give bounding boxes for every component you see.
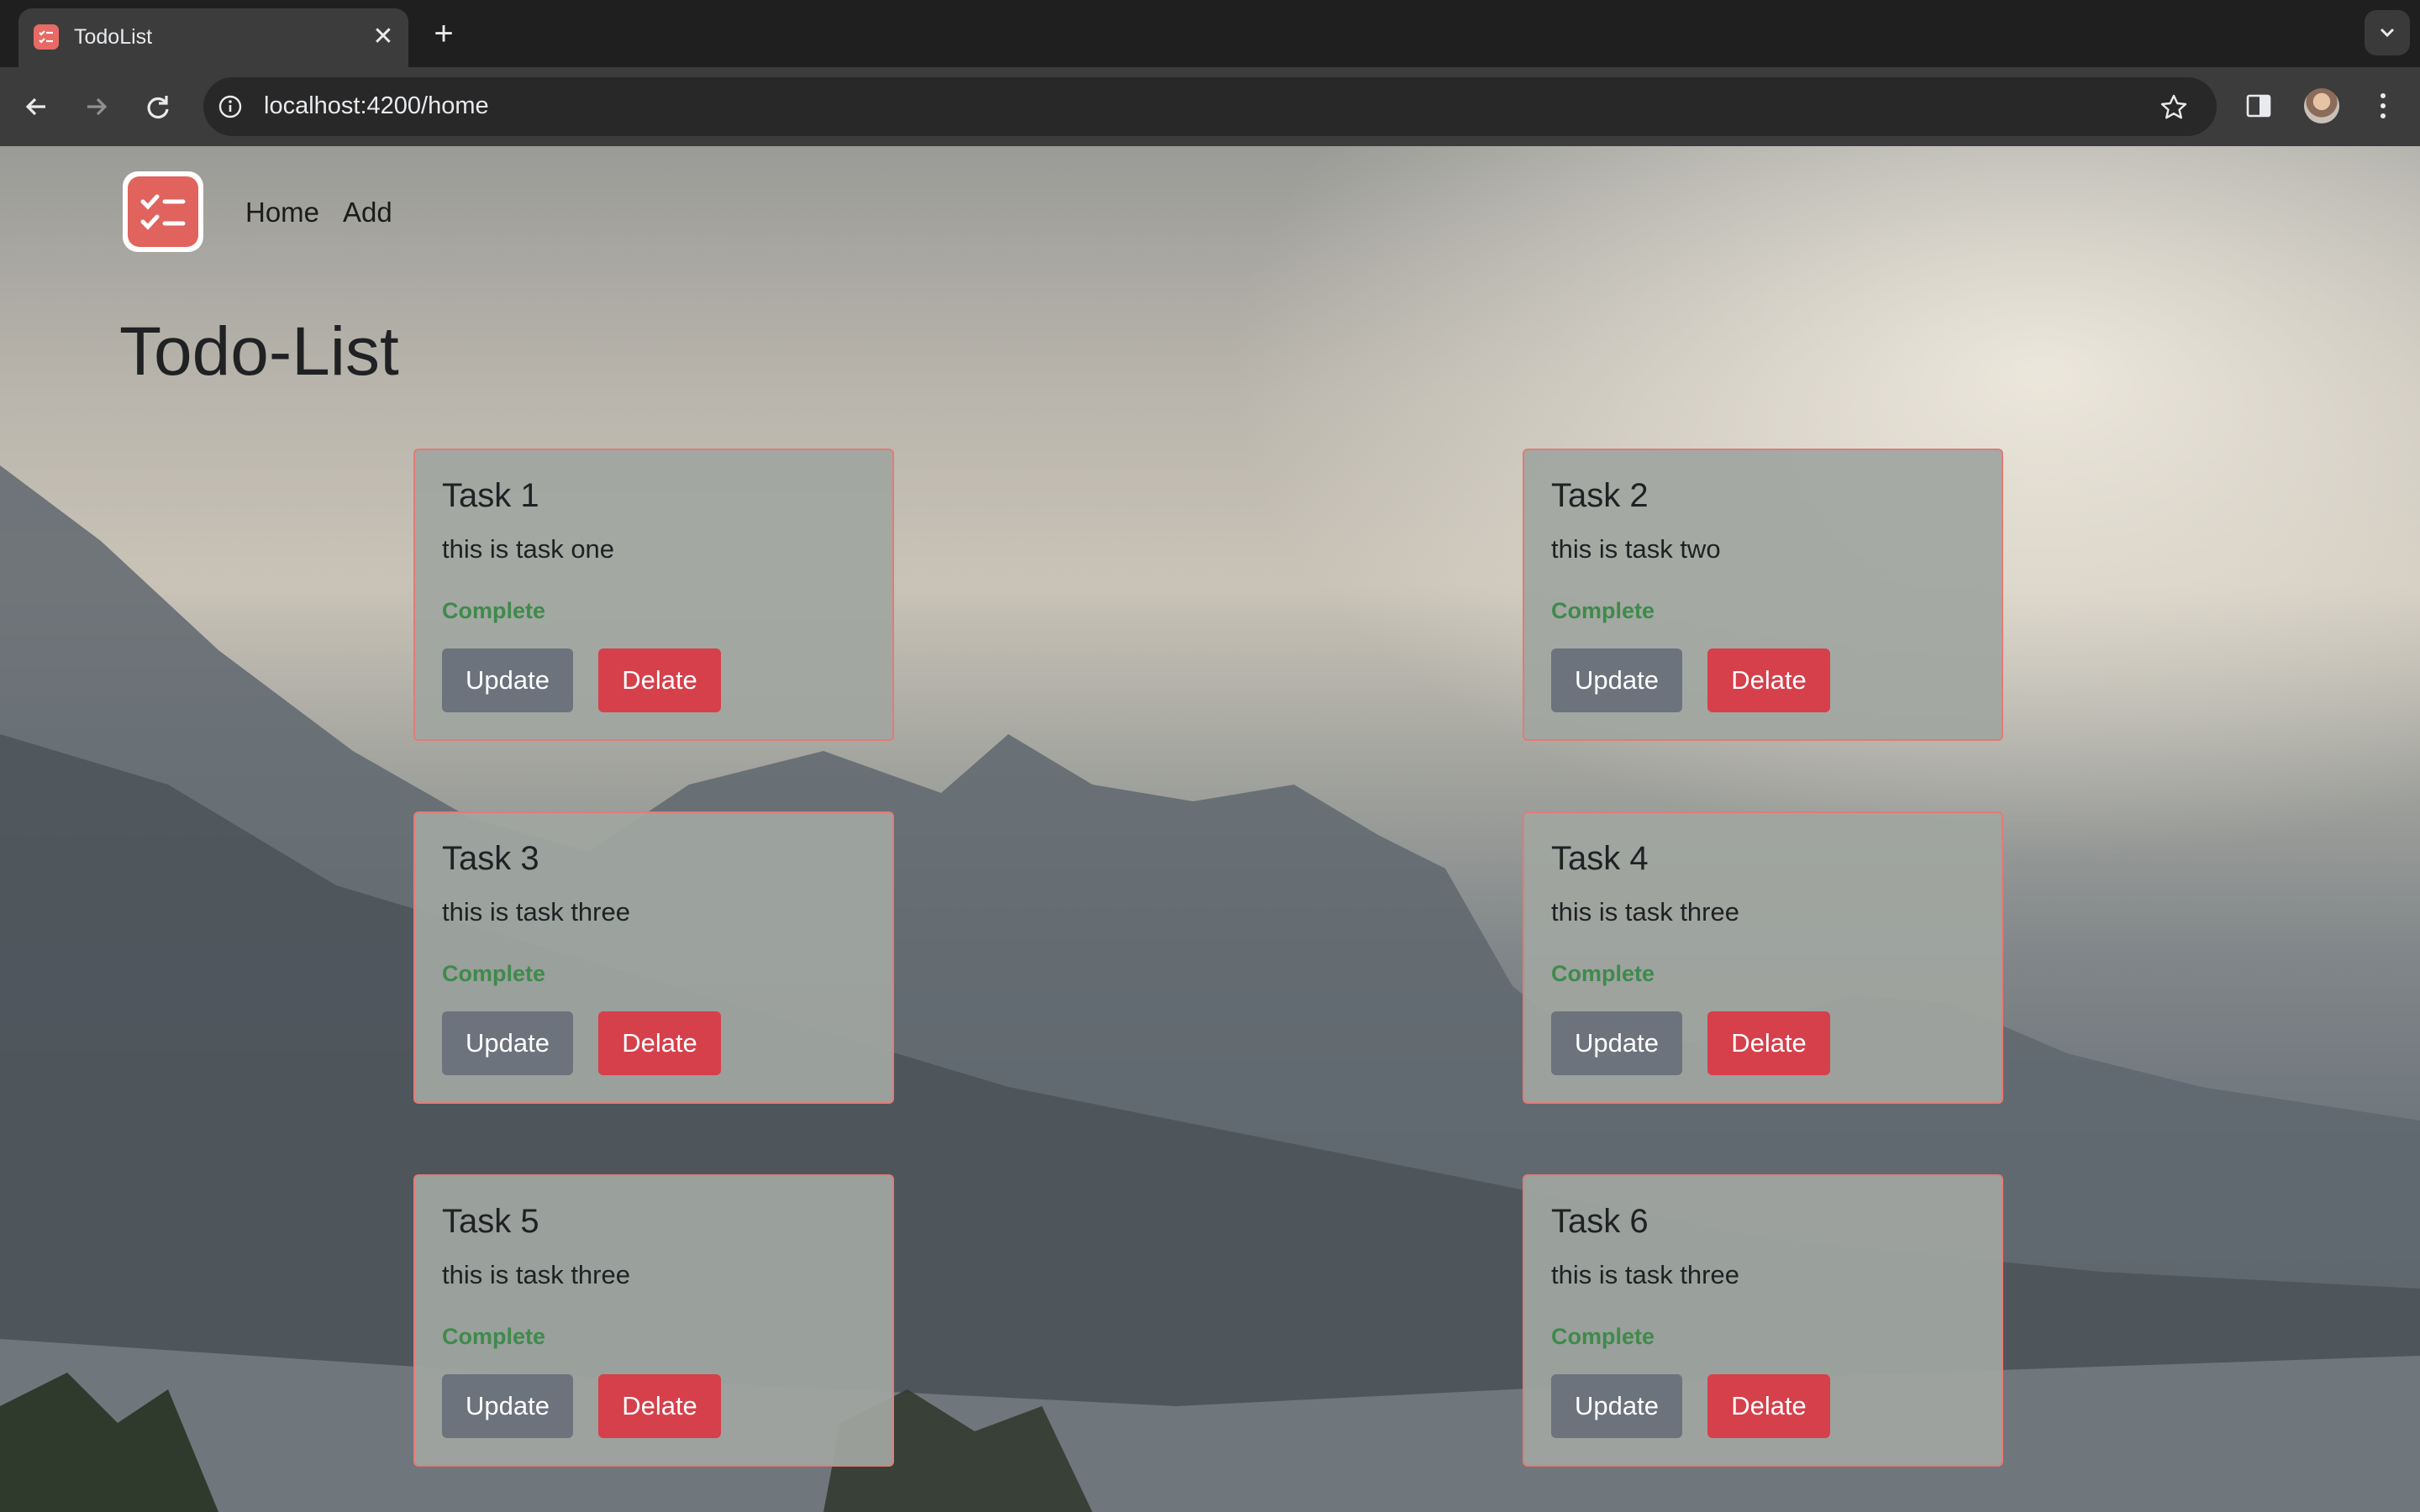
task-card: Task 4 this is task three Complete Updat… — [1523, 811, 2003, 1104]
update-button[interactable]: Update — [1551, 1011, 1682, 1075]
task-status: Complete — [1551, 598, 1655, 623]
task-card: Task 3 this is task three Complete Updat… — [413, 811, 894, 1104]
task-description: this is task three — [1551, 1260, 1739, 1289]
update-button[interactable]: Update — [442, 648, 573, 712]
task-title: Task 5 — [442, 1203, 539, 1240]
browser-tab-strip: TodoList ✕ + — [0, 0, 2420, 67]
url-text[interactable]: localhost:4200/home — [264, 92, 489, 120]
delete-button[interactable]: Delate — [598, 1374, 721, 1438]
task-title: Task 1 — [442, 477, 539, 514]
task-title: Task 2 — [1551, 477, 1649, 514]
tab-search-chevron-icon[interactable] — [2365, 10, 2410, 55]
profile-avatar[interactable] — [2304, 88, 2339, 123]
task-title: Task 6 — [1551, 1203, 1649, 1240]
task-card: Task 2 this is task two Complete Update … — [1523, 449, 2003, 741]
checklist-icon — [128, 176, 198, 247]
todolist-favicon-icon — [34, 24, 59, 50]
tab-title: TodoList — [74, 25, 153, 49]
task-description: this is task two — [1551, 534, 1721, 564]
kebab-menu-icon[interactable] — [2368, 87, 2398, 124]
delete-button[interactable]: Delate — [1707, 648, 1830, 712]
new-tab-button[interactable]: + — [425, 17, 462, 54]
page-title: Todo-List — [119, 313, 399, 390]
task-card: Task 6 this is task three Complete Updat… — [1523, 1174, 2003, 1467]
task-status: Complete — [442, 598, 546, 623]
app-logo[interactable] — [123, 171, 203, 252]
update-button[interactable]: Update — [1551, 1374, 1682, 1438]
delete-button[interactable]: Delate — [1707, 1011, 1830, 1075]
reload-icon[interactable] — [138, 87, 178, 127]
bookmark-star-icon[interactable] — [2160, 93, 2188, 122]
task-description: this is task three — [442, 1260, 630, 1289]
browser-tab[interactable]: TodoList ✕ — [18, 8, 408, 67]
task-status: Complete — [1551, 961, 1655, 986]
side-panel-icon[interactable] — [2244, 91, 2274, 121]
task-card: Task 5 this is task three Complete Updat… — [413, 1174, 894, 1467]
update-button[interactable]: Update — [1551, 648, 1682, 712]
task-status: Complete — [442, 961, 546, 986]
forward-arrow-icon[interactable] — [76, 87, 116, 127]
task-description: this is task three — [1551, 897, 1739, 927]
task-description: this is task three — [442, 897, 630, 927]
back-arrow-icon[interactable] — [17, 87, 57, 127]
delete-button[interactable]: Delate — [1707, 1374, 1830, 1438]
delete-button[interactable]: Delate — [598, 648, 721, 712]
update-button[interactable]: Update — [442, 1374, 573, 1438]
task-title: Task 4 — [1551, 840, 1649, 877]
nav-link-add[interactable]: Add — [343, 197, 392, 228]
nav-link-home[interactable]: Home — [245, 197, 319, 228]
task-description: this is task one — [442, 534, 615, 564]
page-viewport: Home Add Todo-List Task 1 this is task o… — [0, 146, 2420, 1512]
address-bar[interactable]: localhost:4200/home — [203, 77, 2217, 136]
task-status: Complete — [1551, 1324, 1655, 1349]
site-info-icon[interactable] — [218, 95, 242, 118]
browser-toolbar: localhost:4200/home — [0, 67, 2420, 146]
close-tab-icon[interactable]: ✕ — [368, 22, 398, 52]
task-card: Task 1 this is task one Complete Update … — [413, 449, 894, 741]
task-status: Complete — [442, 1324, 546, 1349]
update-button[interactable]: Update — [442, 1011, 573, 1075]
delete-button[interactable]: Delate — [598, 1011, 721, 1075]
task-title: Task 3 — [442, 840, 539, 877]
